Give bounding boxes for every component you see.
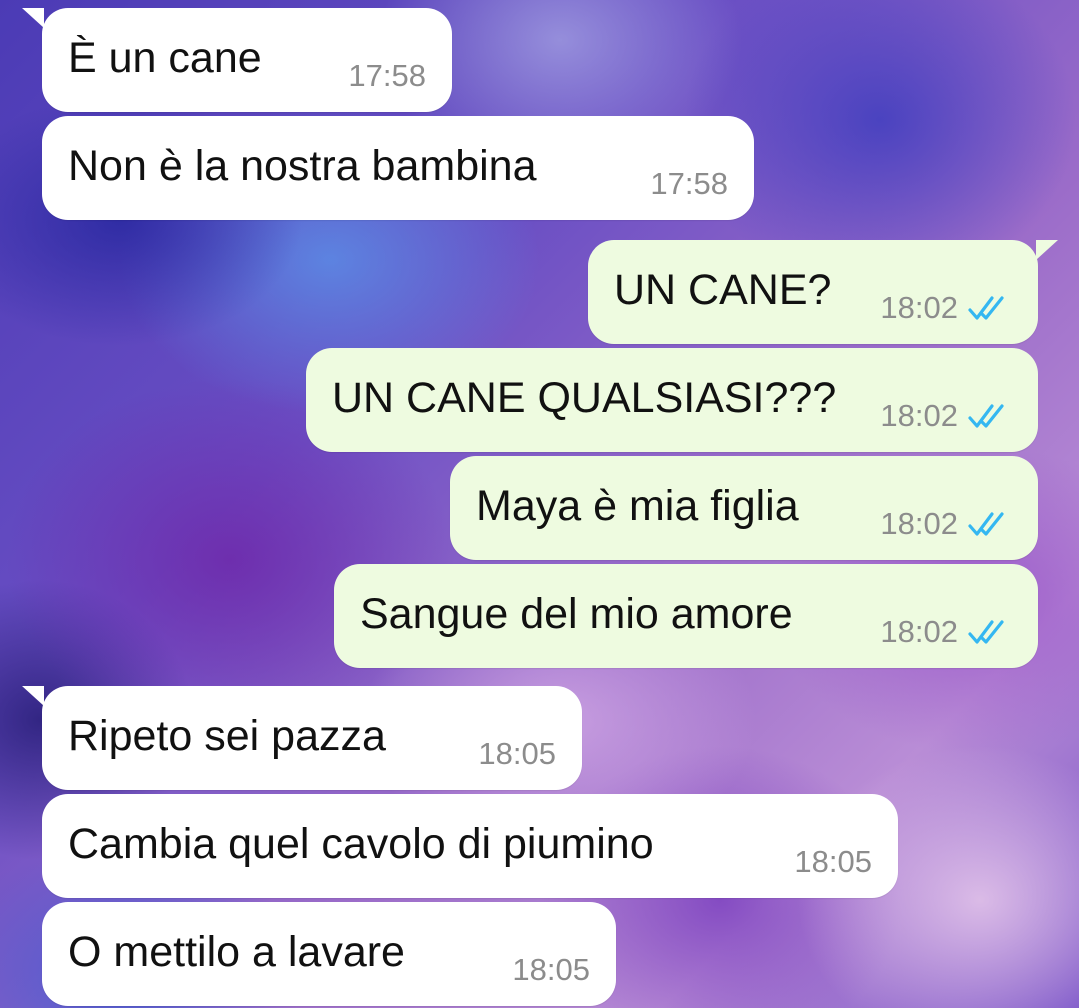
message-meta: 18:02: [880, 612, 1012, 652]
message-text: UN CANE QUALSIASI???: [332, 374, 837, 422]
message-time: 18:02: [880, 506, 958, 541]
outgoing-message[interactable]: UN CANE? 18:02: [588, 240, 1058, 344]
double-check-read-icon: [968, 296, 1004, 320]
outgoing-message[interactable]: UN CANE QUALSIASI??? 18:02: [306, 348, 1038, 452]
message-text: UN CANE?: [614, 266, 832, 314]
incoming-message[interactable]: O mettilo a lavare 18:05: [42, 902, 616, 1006]
message-text: Non è la nostra bambina: [68, 142, 537, 190]
message-time: 18:02: [880, 290, 958, 325]
message-time: 18:02: [880, 614, 958, 649]
message-time: 18:05: [794, 844, 872, 879]
message-text: O mettilo a lavare: [68, 928, 405, 976]
message-meta: 18:05: [794, 842, 872, 882]
message-time: 18:02: [880, 398, 958, 433]
outgoing-message[interactable]: Sangue del mio amore 18:02: [334, 564, 1038, 668]
message-meta: 18:05: [512, 950, 590, 990]
message-text: Sangue del mio amore: [360, 590, 793, 638]
message-time: 18:05: [478, 736, 556, 771]
message-text: Cambia quel cavolo di piumino: [68, 820, 654, 868]
message-meta: 18:02: [880, 396, 1012, 436]
message-text: È un cane: [68, 34, 262, 82]
message-time: 17:58: [348, 58, 426, 93]
message-text: Ripeto sei pazza: [68, 712, 386, 760]
incoming-message[interactable]: È un cane 17:58: [22, 8, 452, 112]
double-check-read-icon: [968, 404, 1004, 428]
message-text: Maya è mia figlia: [476, 482, 799, 530]
incoming-message[interactable]: Ripeto sei pazza 18:05: [22, 686, 582, 790]
message-time: 18:05: [512, 952, 590, 987]
message-meta: 18:02: [880, 504, 1012, 544]
message-meta: 17:58: [650, 164, 728, 204]
double-check-read-icon: [968, 512, 1004, 536]
message-meta: 18:02: [880, 288, 1012, 328]
double-check-read-icon: [968, 620, 1004, 644]
outgoing-message[interactable]: Maya è mia figlia 18:02: [450, 456, 1038, 560]
incoming-message[interactable]: Cambia quel cavolo di piumino 18:05: [42, 794, 898, 898]
incoming-message[interactable]: Non è la nostra bambina 17:58: [42, 116, 754, 220]
message-meta: 17:58: [348, 56, 426, 96]
message-time: 17:58: [650, 166, 728, 201]
message-meta: 18:05: [478, 734, 556, 774]
